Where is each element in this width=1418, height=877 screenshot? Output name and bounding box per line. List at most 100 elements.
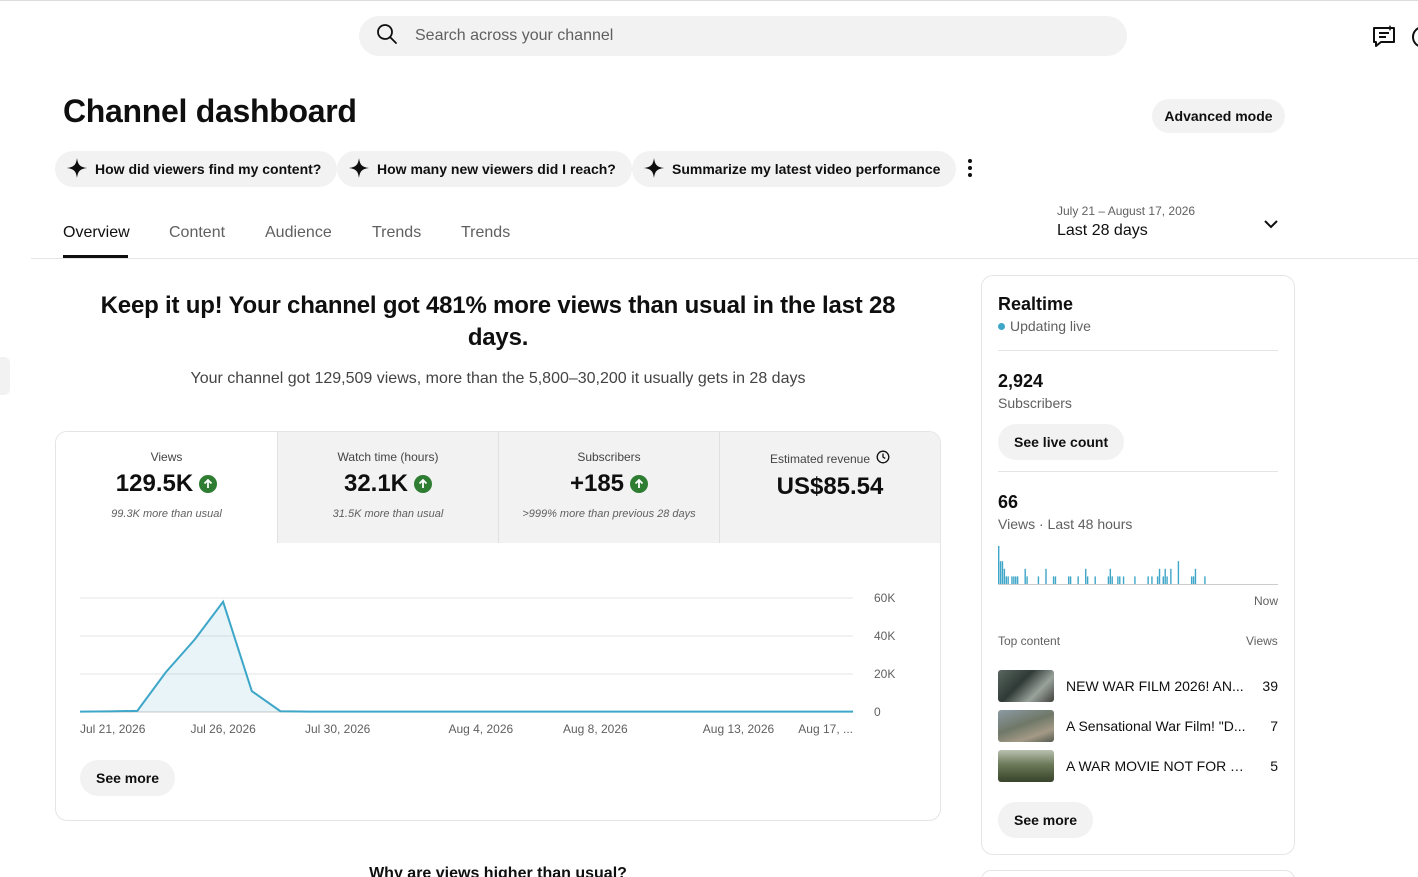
chevron-down-icon[interactable] [1262, 215, 1280, 233]
page-title: Channel dashboard [63, 93, 357, 129]
see-more-button[interactable]: See more [80, 760, 176, 796]
tab-content[interactable]: Content [169, 224, 225, 242]
feedback-icon[interactable] [1371, 24, 1397, 55]
suggestion-chip-summarize[interactable]: Summarize my latest video performance [632, 151, 957, 187]
realtime-bar [1054, 576, 1057, 584]
video-thumbnail[interactable] [998, 710, 1054, 742]
tab-audience[interactable]: Audience [265, 224, 332, 242]
metrics-card: Views 129.5K 99.3K more than usual Watch… [55, 431, 941, 821]
realtime-bar [1005, 576, 1007, 584]
tab-trends[interactable]: Trends [372, 224, 421, 242]
realtime-bar [1069, 576, 1072, 584]
sparkle-icon [67, 157, 95, 181]
top-content-label: Top content [998, 634, 1061, 648]
top-border [0, 0, 1418, 3]
x-tick-label: Aug 17, ... [798, 722, 853, 736]
x-tick-label: Aug 4, 2026 [448, 722, 513, 736]
video-title[interactable]: A WAR MOVIE NOT FOR TH... [1066, 758, 1248, 774]
realtime-bar [1003, 568, 1006, 584]
metric-tab-views[interactable]: Views 129.5K 99.3K more than usual [56, 432, 277, 543]
realtime-bar [1134, 576, 1136, 584]
realtime-bar [1077, 576, 1079, 584]
top-content-row[interactable]: A WAR MOVIE NOT FOR TH... 5 [998, 750, 1278, 782]
y-tick-label: 40K [874, 629, 895, 643]
tab-overview[interactable]: Overview [63, 224, 130, 242]
realtime-bar [1011, 576, 1013, 584]
metric-value: US$85.54 [776, 473, 884, 500]
realtime-bar [1045, 568, 1047, 584]
realtime-bar [1111, 576, 1113, 584]
live-dot-icon [998, 322, 1005, 330]
summary-subline: Your channel got 129,509 views, more tha… [190, 370, 806, 387]
arrow-up-icon [199, 475, 218, 493]
more-options-icon[interactable] [958, 155, 982, 181]
video-title[interactable]: A Sensational War Film! "D... [1066, 718, 1248, 734]
realtime-bar [1001, 561, 1004, 584]
help-icon[interactable] [1410, 24, 1418, 55]
video-views: 7 [1270, 718, 1278, 734]
x-tick-label: Jul 21, 2026 [80, 722, 146, 736]
realtime-bar [1086, 576, 1089, 584]
realtime-bar [1052, 576, 1055, 584]
tab-trends-2[interactable]: Trends [461, 224, 510, 242]
clock-icon[interactable] [876, 450, 890, 467]
divider [998, 471, 1278, 472]
video-thumbnail[interactable] [998, 670, 1054, 702]
search-icon[interactable] [375, 22, 399, 51]
suggestion-chip-label: How many new viewers did I reach? [377, 161, 616, 177]
realtime-bar [1192, 576, 1195, 584]
video-title[interactable]: NEW WAR FILM 2026! AN... [1066, 678, 1248, 694]
x-tick-label: Aug 8, 2026 [563, 722, 628, 736]
top-content-row[interactable]: A Sensational War Film! "D... 7 [998, 710, 1278, 742]
realtime-bar [1204, 576, 1206, 584]
arrow-up-icon [414, 475, 433, 493]
realtime-bar [1094, 576, 1096, 584]
metric-value: +185 [569, 470, 625, 497]
video-thumbnail[interactable] [998, 750, 1054, 782]
advanced-mode-button[interactable]: Advanced mode [1152, 99, 1285, 133]
metric-tab-watch-time[interactable]: Watch time (hours) 32.1K 31.5K more than… [277, 432, 498, 543]
metric-label: Estimated revenue [769, 451, 871, 466]
why-views-higher-heading: Why are views higher than usual? [369, 865, 627, 877]
search-bar[interactable]: Search across your channel [359, 16, 1127, 56]
sparkle-icon [644, 157, 672, 181]
realtime-bar [1013, 576, 1015, 584]
realtime-card: Realtime Updating live 2,924 Subscribers… [981, 275, 1295, 855]
date-range-selector[interactable]: July 21 – August 17, 2026 Last 28 days [1057, 204, 1195, 240]
suggestion-chip-new-viewers[interactable]: How many new viewers did I reach? [337, 151, 632, 187]
realtime-views-bar-chart [998, 546, 1278, 585]
series-area [80, 601, 853, 712]
subscriber-count: 2,924 [998, 371, 1044, 391]
realtime-bar [1190, 576, 1193, 584]
metric-label: Views [150, 450, 183, 464]
suggestion-chip-find-content[interactable]: How did viewers find my content? [55, 151, 338, 187]
x-tick-label: Jul 30, 2026 [305, 722, 371, 736]
see-live-count-button[interactable]: See live count [998, 424, 1125, 460]
tabs-divider [31, 258, 1418, 259]
side-panel-handle[interactable] [0, 357, 10, 395]
summary-headline: Keep it up! Your channel got 481% more v… [100, 292, 896, 351]
top-content-see-more-button[interactable]: See more [998, 802, 1094, 838]
suggestion-chip-label: Summarize my latest video performance [672, 161, 941, 177]
y-tick-label: 0 [874, 705, 881, 719]
realtime-bar [1068, 576, 1070, 584]
date-range-dates: July 21 – August 17, 2026 [1057, 204, 1196, 218]
realtime-bar [1177, 561, 1180, 584]
realtime-bar [1158, 568, 1161, 584]
realtime-bar [1117, 576, 1119, 584]
realtime-bar [998, 546, 1000, 584]
now-label: Now [1254, 594, 1279, 608]
realtime-bar [1016, 576, 1019, 584]
realtime-bar [1007, 576, 1009, 584]
realtime-views-count: 66 [998, 492, 1019, 512]
metric-tab-subscribers[interactable]: Subscribers +185 >999% more than previou… [498, 432, 719, 543]
realtime-bar [1119, 576, 1121, 584]
search-input[interactable]: Search across your channel [415, 27, 613, 45]
top-content-row[interactable]: NEW WAR FILM 2026! AN... 39 [998, 670, 1278, 702]
arrow-up-icon [630, 475, 649, 493]
metric-value: 129.5K [115, 470, 194, 497]
metric-value: 32.1K [343, 470, 409, 497]
metric-tab-revenue[interactable]: Estimated revenue US$85.54 [719, 432, 940, 543]
video-views: 5 [1270, 758, 1278, 774]
metric-label: Watch time (hours) [337, 450, 439, 464]
